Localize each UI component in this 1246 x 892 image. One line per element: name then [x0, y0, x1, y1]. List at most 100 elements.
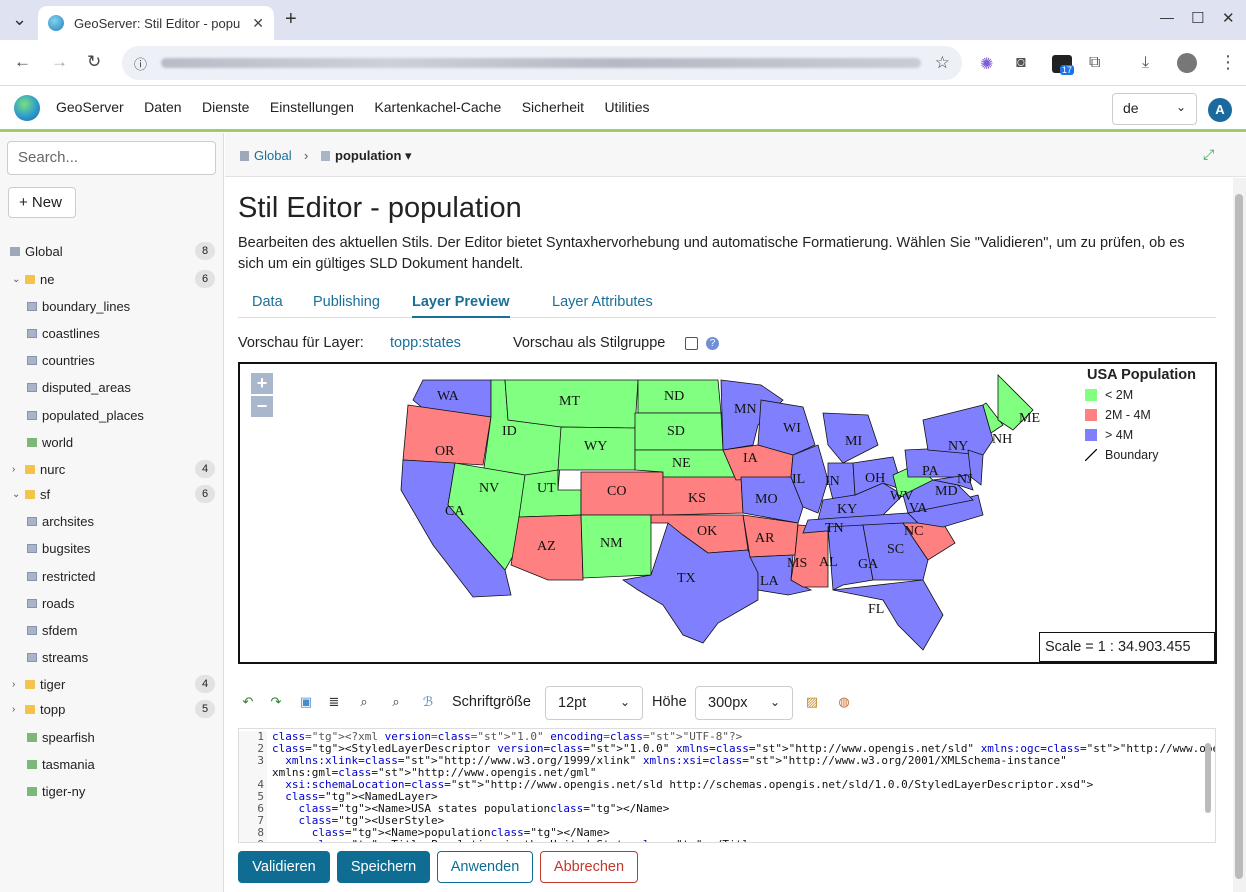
bookmark-star-icon[interactable]: ☆	[935, 53, 950, 73]
sidebar-search-input[interactable]: Search...	[7, 141, 216, 175]
tree-item[interactable]: boundary_lines	[0, 295, 224, 317]
preview-group-checkbox[interactable]	[685, 337, 698, 350]
layergroup-icon	[27, 732, 37, 742]
image-icon[interactable]: ▨	[804, 695, 820, 709]
tree-item[interactable]: populated_places	[0, 404, 224, 426]
window-close-button[interactable]: ✕	[1222, 9, 1235, 27]
search-replace-icon[interactable]: ⌕	[388, 695, 404, 709]
tree-item[interactable]: disputed_areas	[0, 376, 224, 398]
minimize-button[interactable]: —	[1160, 9, 1174, 25]
url-field[interactable]: ⓘ ☆	[122, 46, 962, 80]
save-button[interactable]: Speichern	[337, 851, 430, 883]
tree-item[interactable]: roads	[0, 592, 224, 614]
undo-icon[interactable]: ↶	[240, 695, 256, 709]
tree-item-label: disputed_areas	[42, 379, 131, 395]
tree-item[interactable]: archsites	[0, 510, 224, 532]
nav-kartenkachel-cache[interactable]: Kartenkachel-Cache	[374, 99, 501, 115]
tab-list-button[interactable]: ⌄	[12, 9, 27, 30]
back-icon[interactable]: ←	[14, 52, 31, 72]
tree-item[interactable]: › tiger 4	[0, 673, 224, 695]
search-icon[interactable]: ⌕	[356, 695, 372, 709]
page-scrollbar[interactable]	[1233, 178, 1246, 892]
nav-daten[interactable]: Daten	[144, 99, 181, 115]
folder-icon	[25, 489, 35, 499]
forward-icon[interactable]: →	[51, 52, 68, 72]
tab-close-icon[interactable]: ✕	[252, 15, 264, 32]
map-preview[interactable]: + − WA OR CA ID NV MT WY UT AZ CO NM ND SD NE KS OK TX MN…	[238, 362, 1217, 664]
goto-line-icon[interactable]: ▣	[298, 695, 314, 709]
tree-item[interactable]: tasmania	[0, 753, 224, 775]
tab-layer-preview[interactable]: Layer Preview	[412, 294, 510, 318]
state-label: CO	[607, 484, 626, 499]
camera-icon[interactable]: ◙	[1016, 54, 1026, 72]
nav-geoserver[interactable]: GeoServer	[56, 99, 124, 115]
tree-item[interactable]: bugsites	[0, 537, 224, 559]
nav-utilities[interactable]: Utilities	[604, 99, 649, 115]
language-select[interactable]: de ⌄	[1112, 93, 1197, 125]
tree-item[interactable]: tiger-ny	[0, 780, 224, 802]
tree-item[interactable]: countries	[0, 349, 224, 371]
tree-item[interactable]: streams	[0, 646, 224, 668]
redo-icon[interactable]: ↷	[268, 695, 284, 709]
tree-item[interactable]: › nurc 4	[0, 458, 224, 480]
map-scale: Scale = 1 : 34.903.455	[1039, 632, 1215, 662]
color-picker-icon[interactable]: ℬ	[420, 695, 436, 709]
state-label: AR	[755, 531, 775, 546]
help-icon[interactable]: ?	[706, 337, 719, 350]
nav-dienste[interactable]: Dienste	[202, 99, 249, 115]
tab-publishing[interactable]: Publishing	[313, 294, 380, 310]
tree-item[interactable]: coastlines	[0, 322, 224, 344]
code-scrollbar[interactable]	[1203, 731, 1213, 841]
cancel-button[interactable]: Abbrechen	[540, 851, 638, 883]
nav-sicherheit[interactable]: Sicherheit	[522, 99, 584, 115]
tab-bar: Data Publishing Layer Preview Layer Attr…	[238, 288, 1216, 318]
tree-item[interactable]: world	[0, 431, 224, 453]
browser-tab[interactable]: GeoServer: Stil Editor - popu ✕	[38, 6, 274, 40]
tree-item[interactable]: sfdem	[0, 619, 224, 641]
breadcrumb-global[interactable]: Global	[254, 148, 292, 163]
tree-item[interactable]: Global 8	[0, 240, 224, 262]
geoserver-logo[interactable]	[14, 94, 40, 121]
tree-toggle-icon[interactable]: ›	[12, 464, 15, 475]
puzzle-icon[interactable]: ⧉	[1089, 54, 1100, 72]
page-scrollbar-thumb[interactable]	[1235, 194, 1243, 879]
tree-toggle-icon[interactable]: ⌄	[12, 274, 20, 285]
line-number: 9	[239, 839, 264, 843]
sld-code-editor[interactable]: 123 456789 class="tg"><?xml version=clas…	[238, 728, 1216, 843]
tree-item[interactable]: ⌄ sf 6	[0, 483, 224, 505]
nav-einstellungen[interactable]: Einstellungen	[270, 99, 354, 115]
map-legend: USA Population < 2M 2M - 4M > 4M Boundary	[1080, 364, 1215, 472]
new-button[interactable]: + New	[8, 187, 76, 218]
tree-toggle-icon[interactable]: ›	[12, 679, 15, 690]
tree-toggle-icon[interactable]: ⌄	[12, 489, 20, 500]
site-info-icon[interactable]: ⓘ	[134, 54, 147, 73]
validate-button[interactable]: Validieren	[238, 851, 330, 883]
state-label: TN	[825, 521, 844, 536]
user-avatar[interactable]: A	[1208, 98, 1232, 122]
tab-data[interactable]: Data	[252, 294, 283, 310]
tree-item[interactable]: spearfish	[0, 726, 224, 748]
code-text[interactable]: class="tg"><?xml version=class="st">"1.0…	[272, 731, 1215, 843]
new-tab-button[interactable]: +	[285, 8, 297, 31]
breadcrumb-current[interactable]: population ▾	[335, 148, 412, 164]
tree-item[interactable]: › topp 5	[0, 698, 224, 720]
browser-menu-icon[interactable]: ⋮	[1219, 52, 1237, 73]
height-select[interactable]: 300px ⌄	[695, 686, 793, 720]
state-label: WI	[783, 421, 801, 436]
tree-item[interactable]: restricted	[0, 565, 224, 587]
tree-toggle-icon[interactable]: ›	[12, 704, 15, 715]
state-label: IL	[792, 472, 805, 487]
download-icon[interactable]: ⤓	[1142, 54, 1149, 72]
apply-button[interactable]: Anwenden	[437, 851, 533, 883]
extension-gear-icon[interactable]: ✺	[980, 54, 993, 74]
reformat-icon[interactable]: ≣	[326, 695, 342, 709]
preview-layer-link[interactable]: topp:states	[390, 335, 461, 351]
font-size-select[interactable]: 12pt ⌄	[545, 686, 643, 720]
palette-icon[interactable]: ◍	[836, 695, 852, 709]
profile-avatar[interactable]	[1177, 53, 1197, 73]
tab-layer-attributes[interactable]: Layer Attributes	[552, 294, 653, 310]
tree-item[interactable]: ⌄ ne 6	[0, 268, 224, 290]
maximize-button[interactable]: ☐	[1191, 9, 1204, 27]
fullscreen-icon[interactable]: ⤢	[1203, 146, 1214, 163]
reload-icon[interactable]: ↻	[87, 52, 101, 72]
